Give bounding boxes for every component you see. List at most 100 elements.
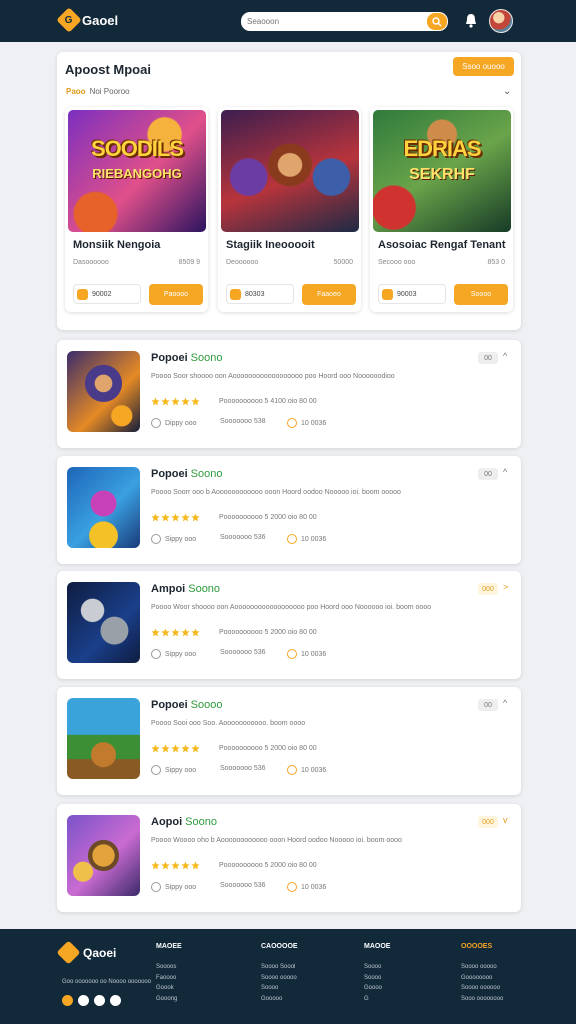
game-list-item[interactable]: Aopoi Soono Poooo Woooo oho b Aoooooooooo… xyxy=(57,804,521,912)
footer-link[interactable]: Goook xyxy=(156,983,182,994)
game-description: Poooo Soorr ooo b Aoooooooooooo ooon Hoo… xyxy=(151,489,401,496)
footer-link[interactable]: Soooo Soool xyxy=(261,962,298,973)
chevron-up-icon[interactable]: ^ xyxy=(503,467,507,477)
footer-link[interactable]: Gooooo xyxy=(261,994,298,1005)
footer-link[interactable]: Soooo ooooo xyxy=(461,962,503,973)
star-rating xyxy=(151,861,200,870)
footer-link[interactable]: Faoooo xyxy=(156,973,182,984)
featured-filter[interactable]: Paoo Noi Pooroo xyxy=(66,87,130,96)
clock-icon xyxy=(151,534,161,544)
game-title: Stagiik Ineooooit xyxy=(226,239,315,251)
footer-link[interactable]: Sooo oooooooo xyxy=(461,994,503,1005)
game-description: Poooo Sooi ooo Soo. Aooooooooooo. boom o… xyxy=(151,720,306,727)
avatar[interactable] xyxy=(489,9,513,33)
star-icon xyxy=(191,397,200,406)
footer-link[interactable]: Soooos xyxy=(156,962,182,973)
chevron-up-icon[interactable]: ^ xyxy=(503,698,507,708)
social-icon[interactable] xyxy=(78,995,89,1006)
game-title: Popoei Soooo xyxy=(151,699,223,711)
game-title: Ampoi Soono xyxy=(151,583,221,595)
star-rating xyxy=(151,513,200,522)
star-icon xyxy=(171,397,180,406)
game-meta-1: Sippy ooo xyxy=(151,534,196,544)
star-icon xyxy=(191,513,200,522)
game-meta-1: Sippy ooo xyxy=(151,765,196,775)
star-icon xyxy=(171,744,180,753)
chevron-down-icon[interactable]: v xyxy=(503,815,508,825)
social-icon[interactable] xyxy=(62,995,73,1006)
search-input[interactable] xyxy=(247,14,422,29)
rating-text: Poooooooooo 5 2000 oio 80 00 xyxy=(219,862,317,869)
featured-game-card[interactable]: SOODILS RIEBANGOHG Monsiik Nengoia Dasoo… xyxy=(65,107,208,312)
site-footer: Qaoei Goo ooooooo oo Noooo ooooooo MAOEE… xyxy=(0,929,576,1024)
status-badge: 000 xyxy=(478,816,498,828)
game-list-item[interactable]: Popoei Soooo Poooo Sooi ooo Soo. Aooooooo… xyxy=(57,687,521,795)
game-meta-3: 10 0036 xyxy=(287,534,326,544)
star-icon xyxy=(151,513,160,522)
rating-text: Poooooooooo 5 2000 oio 80 00 xyxy=(219,514,317,521)
footer-logo[interactable]: Qaoei xyxy=(56,940,117,965)
footer-column: MAOOE Soooo Soooo Goooo G xyxy=(364,943,390,1004)
game-list-item[interactable]: Popoei Soono Poooo Soor shoooo oon Aooooo… xyxy=(57,340,521,448)
search-icon xyxy=(432,16,442,26)
top-navigation-bar: G Gaoel xyxy=(0,0,576,42)
game-list-item[interactable]: Popoei Soono Poooo Soorr ooo b Aooooooooo… xyxy=(57,456,521,564)
filter-value: Noi Pooroo xyxy=(89,87,130,96)
game-cover-art xyxy=(221,110,359,232)
game-meta-3: 10 0036 xyxy=(287,649,326,659)
footer-link[interactable]: Soooo oooooo xyxy=(461,983,503,994)
game-meta-3: 10 0036 xyxy=(287,882,326,892)
star-icon xyxy=(161,744,170,753)
coin-count: 90002 xyxy=(73,284,141,304)
footer-link[interactable]: Soooo ooooo xyxy=(261,973,298,984)
coin-icon xyxy=(287,765,297,775)
featured-game-card[interactable]: Stagiik Ineooooit Deoooooo 50000 80303 Fa… xyxy=(218,107,361,312)
play-button[interactable]: Paoooo xyxy=(149,284,203,305)
rating-text: Poooooooooo 5 2000 oio 80 00 xyxy=(219,745,317,752)
footer-link[interactable]: Soooo xyxy=(364,962,390,973)
search-button[interactable] xyxy=(427,13,447,30)
social-icon[interactable] xyxy=(110,995,121,1006)
play-button[interactable]: Faaoeo xyxy=(302,284,356,305)
chevron-down-icon[interactable]: ⌄ xyxy=(503,86,511,97)
game-meta-3: 10 0036 xyxy=(287,765,326,775)
featured-game-card[interactable]: EDRIAS SEKRHF Asosoiac Rengaf Tenant Sec… xyxy=(370,107,513,312)
footer-tagline: Goo ooooooo oo Noooo ooooooo xyxy=(62,979,152,985)
featured-action-button[interactable]: Ssoo ouooo xyxy=(453,57,514,76)
play-button[interactable]: Soooo xyxy=(454,284,508,305)
game-cover-art: EDRIAS SEKRHF xyxy=(373,110,511,232)
footer-link[interactable]: Goooooooo xyxy=(461,973,503,984)
chevron-right-icon[interactable]: > xyxy=(503,582,508,592)
footer-brand: Qaoei xyxy=(83,945,117,960)
star-icon xyxy=(161,397,170,406)
star-icon xyxy=(181,513,190,522)
clock-icon xyxy=(151,649,161,659)
star-icon xyxy=(181,628,190,637)
footer-link[interactable]: Goooo xyxy=(364,983,390,994)
chevron-up-icon[interactable]: ^ xyxy=(503,351,507,361)
star-icon xyxy=(151,628,160,637)
brand-name: Gaoel xyxy=(82,12,119,28)
clock-icon xyxy=(151,882,161,892)
star-icon xyxy=(191,744,200,753)
footer-link[interactable]: Soooo xyxy=(261,983,298,994)
social-links xyxy=(62,995,121,1006)
clock-icon xyxy=(151,418,161,428)
footer-link[interactable]: Gooong xyxy=(156,994,182,1005)
footer-column: CAOOOOE Soooo Soool Soooo ooooo Soooo Go… xyxy=(261,943,298,1004)
game-thumbnail xyxy=(67,815,140,896)
coin-icon xyxy=(287,534,297,544)
coin-count: 80303 xyxy=(226,284,294,304)
footer-link[interactable]: Soooo xyxy=(364,973,390,984)
game-list-item[interactable]: Ampoi Soono Poooo Woor shoooo oon Aoooooo… xyxy=(57,571,521,679)
footer-link[interactable]: G xyxy=(364,994,390,1005)
bell-icon[interactable] xyxy=(464,13,478,29)
star-icon xyxy=(151,397,160,406)
star-icon xyxy=(161,513,170,522)
brand-logo[interactable]: G Gaoel xyxy=(56,7,119,33)
social-icon[interactable] xyxy=(94,995,105,1006)
star-icon xyxy=(181,397,190,406)
game-title: Asosoiac Rengaf Tenant xyxy=(378,239,506,251)
status-badge: 00 xyxy=(478,699,498,711)
star-icon xyxy=(181,861,190,870)
